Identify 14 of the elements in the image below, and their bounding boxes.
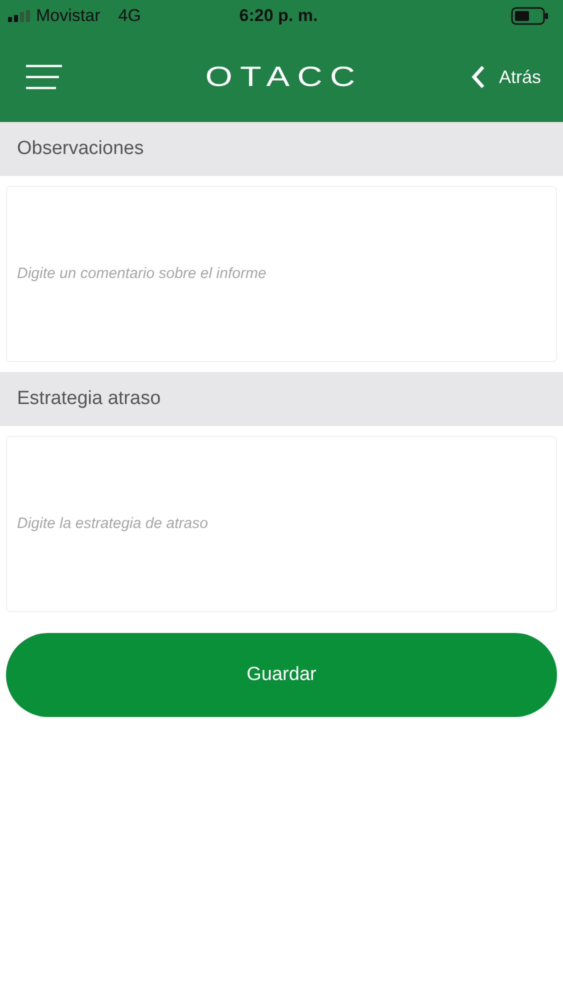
status-time: 6:20 p. m. bbox=[239, 6, 318, 26]
comment-field[interactable]: Digite un comentario sobre el informe bbox=[6, 186, 557, 362]
save-button[interactable]: Guardar bbox=[6, 633, 557, 717]
network-type: 4G bbox=[118, 6, 141, 26]
carrier-name: Movistar bbox=[36, 6, 100, 26]
section-header: Observaciones bbox=[0, 122, 563, 176]
section-header: Estrategia atraso bbox=[0, 372, 563, 426]
back-button[interactable]: Atrás bbox=[471, 61, 542, 93]
logo: OTACC bbox=[204, 61, 362, 93]
comment-field[interactable]: Digite la estrategia de atraso bbox=[6, 436, 557, 612]
signal-icon bbox=[8, 10, 32, 22]
chevron-left-icon bbox=[471, 65, 485, 89]
battery-icon bbox=[511, 7, 550, 25]
menu-icon[interactable] bbox=[26, 64, 62, 90]
